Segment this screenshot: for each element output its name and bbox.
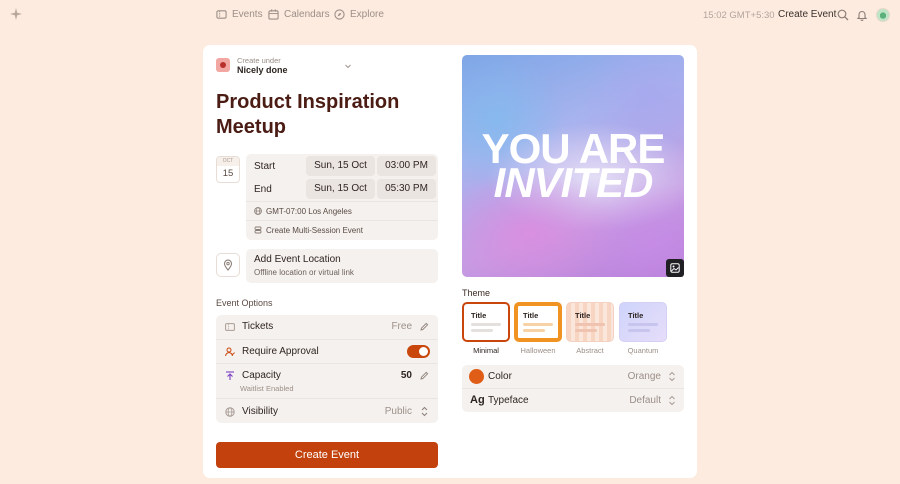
tickets-row[interactable]: Tickets Free (216, 315, 438, 339)
invitation-image: YOU ARE INVITED (462, 55, 684, 277)
color-swatch (469, 369, 484, 384)
nav-explore[interactable]: Explore (334, 9, 384, 20)
location-title: Add Event Location (254, 254, 341, 265)
end-date-field[interactable]: Sun, 15 Oct (306, 179, 375, 199)
create-event-button[interactable]: Create Event (216, 442, 438, 468)
end-time-field[interactable]: 05:30 PM (377, 179, 436, 199)
theme-minimal[interactable]: Title (462, 302, 510, 342)
date-badge-month: OCT (217, 157, 239, 166)
create-event-link[interactable]: Create Event (778, 9, 836, 20)
theme-card-title: Title (628, 311, 644, 320)
start-row: Start Sun, 15 Oct 03:00 PM (246, 155, 438, 177)
theme-card-title: Title (523, 311, 539, 320)
user-check-icon (225, 347, 235, 357)
waitlist-status: Waitlist Enabled (240, 384, 294, 393)
chevron-up-down-icon (669, 395, 675, 406)
event-options-heading: Event Options (216, 298, 273, 308)
ticket-icon (216, 10, 227, 19)
theme-abstract[interactable]: Title (566, 302, 614, 342)
globe-icon (225, 407, 235, 417)
typeface-icon: Ag (470, 394, 485, 406)
color-label: Color (488, 371, 512, 382)
visibility-label: Visibility (242, 406, 278, 417)
nav-explore-label: Explore (350, 9, 384, 20)
end-label: End (254, 184, 272, 195)
calendar-avatar-icon (216, 58, 230, 72)
theme-halloween[interactable]: Title (514, 302, 562, 342)
globe-icon (254, 207, 262, 215)
theme-minimal-label: Minimal (473, 346, 499, 355)
theme-card-title: Title (471, 311, 487, 320)
nav-events-label: Events (232, 9, 263, 20)
bell-icon[interactable] (856, 9, 868, 21)
nav-calendars[interactable]: Calendars (268, 9, 330, 20)
top-nav: Events Calendars Explore 15:02 GMT+5:30 … (0, 0, 900, 30)
require-approval-toggle[interactable] (407, 345, 430, 358)
chevron-up-down-icon (669, 371, 675, 382)
sparkle-logo-icon[interactable] (10, 8, 22, 20)
tickets-value: Free (391, 321, 412, 332)
date-badge-day: 15 (222, 168, 234, 179)
nav-events[interactable]: Events (216, 9, 263, 20)
multi-session-row[interactable]: Create Multi-Session Event (246, 220, 438, 239)
capacity-row[interactable]: Capacity 50 Waitlist Enabled (216, 363, 438, 398)
customize-panel: Color Orange Ag Typeface Default (462, 365, 684, 412)
ticket-icon (225, 323, 235, 331)
pencil-icon[interactable] (420, 371, 429, 380)
pencil-icon[interactable] (420, 322, 429, 331)
capacity-label: Capacity (242, 370, 281, 381)
location-icon-box (216, 253, 240, 277)
schedule-panel: Start Sun, 15 Oct 03:00 PM End Sun, 15 O… (246, 154, 438, 240)
nav-calendars-label: Calendars (284, 9, 330, 20)
date-badge: OCT 15 (216, 156, 240, 183)
theme-quantum[interactable]: Title (619, 302, 667, 342)
visibility-row[interactable]: Visibility Public (216, 398, 438, 423)
require-approval-label: Require Approval (242, 346, 319, 357)
start-label: Start (254, 161, 276, 172)
typeface-value: Default (629, 395, 661, 406)
capacity-arrow-icon (226, 371, 234, 380)
create-under-label: Create under (237, 56, 281, 65)
chevron-up-down-icon (421, 406, 428, 417)
location-subtitle: Offline location or virtual link (254, 268, 354, 277)
create-under-value[interactable]: Nicely done (237, 65, 288, 75)
start-date-field[interactable]: Sun, 15 Oct (306, 156, 375, 176)
theme-halloween-label: Halloween (520, 346, 556, 355)
event-title[interactable]: Product Inspiration Meetup (216, 90, 426, 140)
theme-card-title: Title (575, 311, 591, 320)
compass-icon (334, 9, 345, 20)
image-icon (670, 263, 680, 273)
timezone-label: GMT-07:00 Los Angeles (266, 207, 352, 216)
stack-icon (254, 226, 262, 234)
start-time-field[interactable]: 03:00 PM (377, 156, 436, 176)
color-row[interactable]: Color Orange (462, 365, 684, 388)
timezone-row[interactable]: GMT-07:00 Los Angeles (246, 201, 438, 220)
search-icon[interactable] (837, 9, 849, 21)
multi-session-label: Create Multi-Session Event (266, 226, 363, 235)
current-time: 15:02 GMT+5:30 (703, 10, 775, 21)
map-pin-icon (223, 259, 233, 271)
typeface-label: Typeface (488, 395, 529, 406)
event-options-panel: Tickets Free Require Approval Capacity 5… (216, 315, 438, 423)
calendar-icon (268, 9, 279, 20)
require-approval-row: Require Approval (216, 339, 438, 363)
typeface-row[interactable]: Ag Typeface Default (462, 388, 684, 411)
chevron-down-icon[interactable] (344, 62, 352, 70)
add-location-button[interactable]: Add Event Location Offline location or v… (246, 249, 438, 283)
change-image-button[interactable] (666, 259, 684, 277)
end-row: End Sun, 15 Oct 05:30 PM (246, 178, 438, 200)
avatar[interactable] (876, 8, 890, 22)
invite-line2: INVITED (493, 159, 654, 206)
theme-abstract-label: Abstract (576, 346, 604, 355)
color-value: Orange (627, 371, 661, 382)
theme-quantum-label: Quantum (627, 346, 659, 355)
capacity-value: 50 (400, 370, 412, 381)
theme-heading: Theme (462, 288, 491, 298)
tickets-label: Tickets (242, 321, 274, 332)
visibility-value: Public (384, 406, 412, 417)
